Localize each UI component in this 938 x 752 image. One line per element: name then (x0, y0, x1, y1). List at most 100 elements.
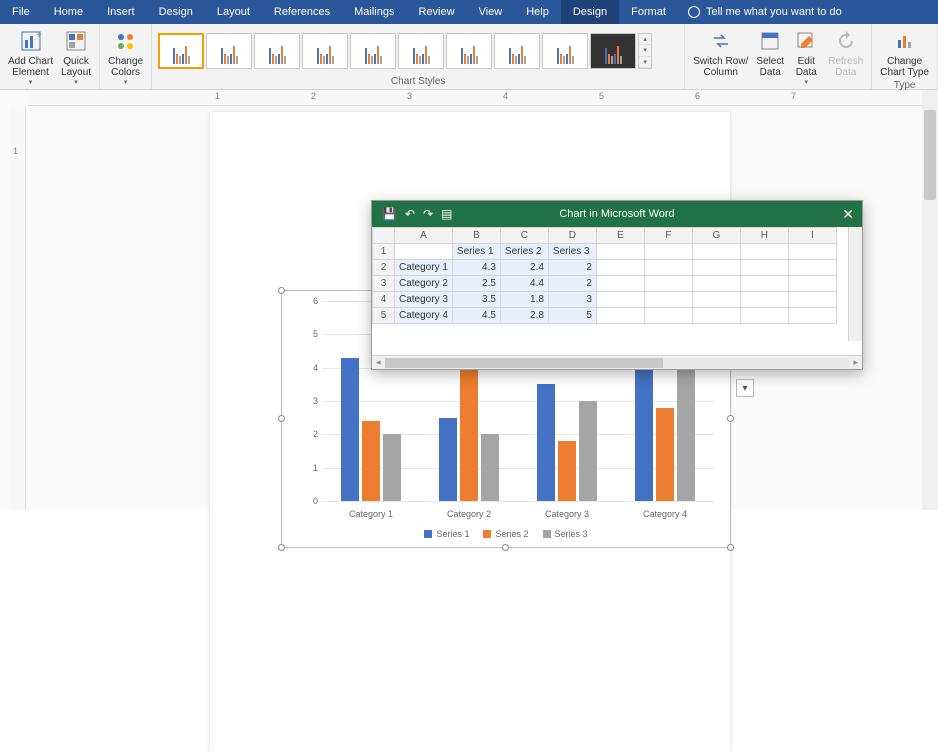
bar[interactable] (460, 354, 478, 501)
cell[interactable] (596, 260, 644, 276)
legend-item[interactable]: Series 2 (483, 529, 528, 539)
cell[interactable]: 3.5 (452, 292, 500, 308)
chart-style-thumb[interactable] (254, 33, 300, 69)
chart-data-window[interactable]: 💾 ↶ ↷ ▤ Chart in Microsoft Word ✕ ABCDEF… (371, 200, 863, 370)
bar[interactable] (635, 351, 653, 501)
cell[interactable] (644, 244, 692, 260)
chart-style-thumb[interactable] (158, 33, 204, 69)
cell[interactable]: 2 (548, 276, 596, 292)
tab-home[interactable]: Home (42, 0, 95, 24)
select-data-button[interactable]: Select Data (752, 26, 788, 80)
cell[interactable] (644, 292, 692, 308)
edit-data-button[interactable]: Edit Data▾ (788, 26, 824, 89)
tab-view[interactable]: View (467, 0, 515, 24)
column-header[interactable]: G (692, 228, 740, 244)
cell[interactable] (692, 292, 740, 308)
tab-design[interactable]: Design (147, 0, 205, 24)
cell[interactable] (692, 260, 740, 276)
cell[interactable] (692, 276, 740, 292)
legend-item[interactable]: Series 1 (424, 529, 469, 539)
column-header[interactable]: I (788, 228, 836, 244)
scrollbar-thumb[interactable] (385, 358, 664, 368)
column-header[interactable]: A (395, 228, 453, 244)
horizontal-ruler[interactable]: 1234567 (28, 90, 922, 106)
bar[interactable] (537, 384, 555, 501)
column-header[interactable]: B (452, 228, 500, 244)
tab-chart-format[interactable]: Format (619, 0, 678, 24)
resize-handle[interactable] (278, 415, 285, 422)
cell[interactable] (740, 292, 788, 308)
bar[interactable] (656, 408, 674, 501)
cell[interactable]: 2 (548, 260, 596, 276)
scroll-right-icon[interactable]: ▸ (849, 357, 862, 368)
cell[interactable] (596, 292, 644, 308)
bar[interactable] (439, 418, 457, 501)
cell[interactable] (788, 244, 836, 260)
column-header[interactable]: H (740, 228, 788, 244)
column-header[interactable]: F (644, 228, 692, 244)
add-chart-element-button[interactable]: + Add Chart Element▾ (4, 26, 57, 89)
cell[interactable] (740, 260, 788, 276)
chart-style-thumb[interactable] (590, 33, 636, 69)
sheet-titlebar[interactable]: 💾 ↶ ↷ ▤ Chart in Microsoft Word ✕ (372, 201, 862, 227)
cell[interactable] (788, 276, 836, 292)
tab-mailings[interactable]: Mailings (342, 0, 406, 24)
cell[interactable]: Category 3 (395, 292, 453, 308)
cell[interactable] (596, 244, 644, 260)
resize-handle[interactable] (502, 544, 509, 551)
column-header[interactable]: E (596, 228, 644, 244)
cell[interactable] (788, 260, 836, 276)
cell[interactable] (596, 308, 644, 324)
cell[interactable] (740, 276, 788, 292)
row-header[interactable]: 4 (373, 292, 395, 308)
bar[interactable] (579, 401, 597, 501)
resize-handle[interactable] (278, 287, 285, 294)
chart-style-thumb[interactable] (398, 33, 444, 69)
quick-layout-button[interactable]: Quick Layout▾ (57, 26, 95, 89)
tab-help[interactable]: Help (514, 0, 561, 24)
cell[interactable] (740, 244, 788, 260)
cell[interactable]: Series 3 (548, 244, 596, 260)
spreadsheet-grid[interactable]: ABCDEFGHI1Series 1Series 2Series 32Categ… (372, 227, 862, 355)
vertical-scrollbar[interactable] (922, 90, 938, 510)
tab-layout[interactable]: Layout (205, 0, 262, 24)
row-header[interactable]: 1 (373, 244, 395, 260)
bar[interactable] (558, 441, 576, 501)
chart-style-thumb[interactable] (542, 33, 588, 69)
cell[interactable] (644, 276, 692, 292)
cell[interactable]: 5 (548, 308, 596, 324)
tab-references[interactable]: References (262, 0, 342, 24)
cell[interactable]: Category 1 (395, 260, 453, 276)
chart-style-thumb[interactable] (494, 33, 540, 69)
cell[interactable]: 4.5 (452, 308, 500, 324)
cell[interactable] (644, 308, 692, 324)
scrollbar-track[interactable] (385, 358, 850, 368)
cell[interactable]: 4.3 (452, 260, 500, 276)
scrollbar-thumb[interactable] (924, 110, 936, 200)
refresh-data-button[interactable]: Refresh Data (824, 26, 867, 80)
sheet-vertical-scrollbar[interactable] (848, 227, 862, 341)
cell[interactable]: Category 4 (395, 308, 453, 324)
chart-style-thumb[interactable] (446, 33, 492, 69)
cell[interactable] (788, 292, 836, 308)
gallery-more-button[interactable]: ▴▾▾ (638, 33, 652, 69)
row-header[interactable]: 3 (373, 276, 395, 292)
sheet-horizontal-scrollbar[interactable]: ◂ ▸ (372, 355, 862, 369)
cell[interactable] (740, 308, 788, 324)
cell[interactable]: 2.5 (452, 276, 500, 292)
cell[interactable]: 2.8 (500, 308, 548, 324)
chart-style-thumb[interactable] (350, 33, 396, 69)
cell[interactable] (692, 308, 740, 324)
bar[interactable] (341, 358, 359, 501)
tab-insert[interactable]: Insert (95, 0, 147, 24)
tell-me-search[interactable]: Tell me what you want to do (678, 0, 852, 24)
close-button[interactable]: ✕ (842, 206, 854, 223)
change-colors-button[interactable]: Change Colors▾ (104, 26, 147, 89)
tab-review[interactable]: Review (407, 0, 467, 24)
scroll-left-icon[interactable]: ◂ (372, 357, 385, 368)
cell[interactable] (644, 260, 692, 276)
column-header[interactable] (373, 228, 395, 244)
resize-handle[interactable] (727, 544, 734, 551)
bar[interactable] (481, 434, 499, 501)
cell[interactable]: 1.8 (500, 292, 548, 308)
